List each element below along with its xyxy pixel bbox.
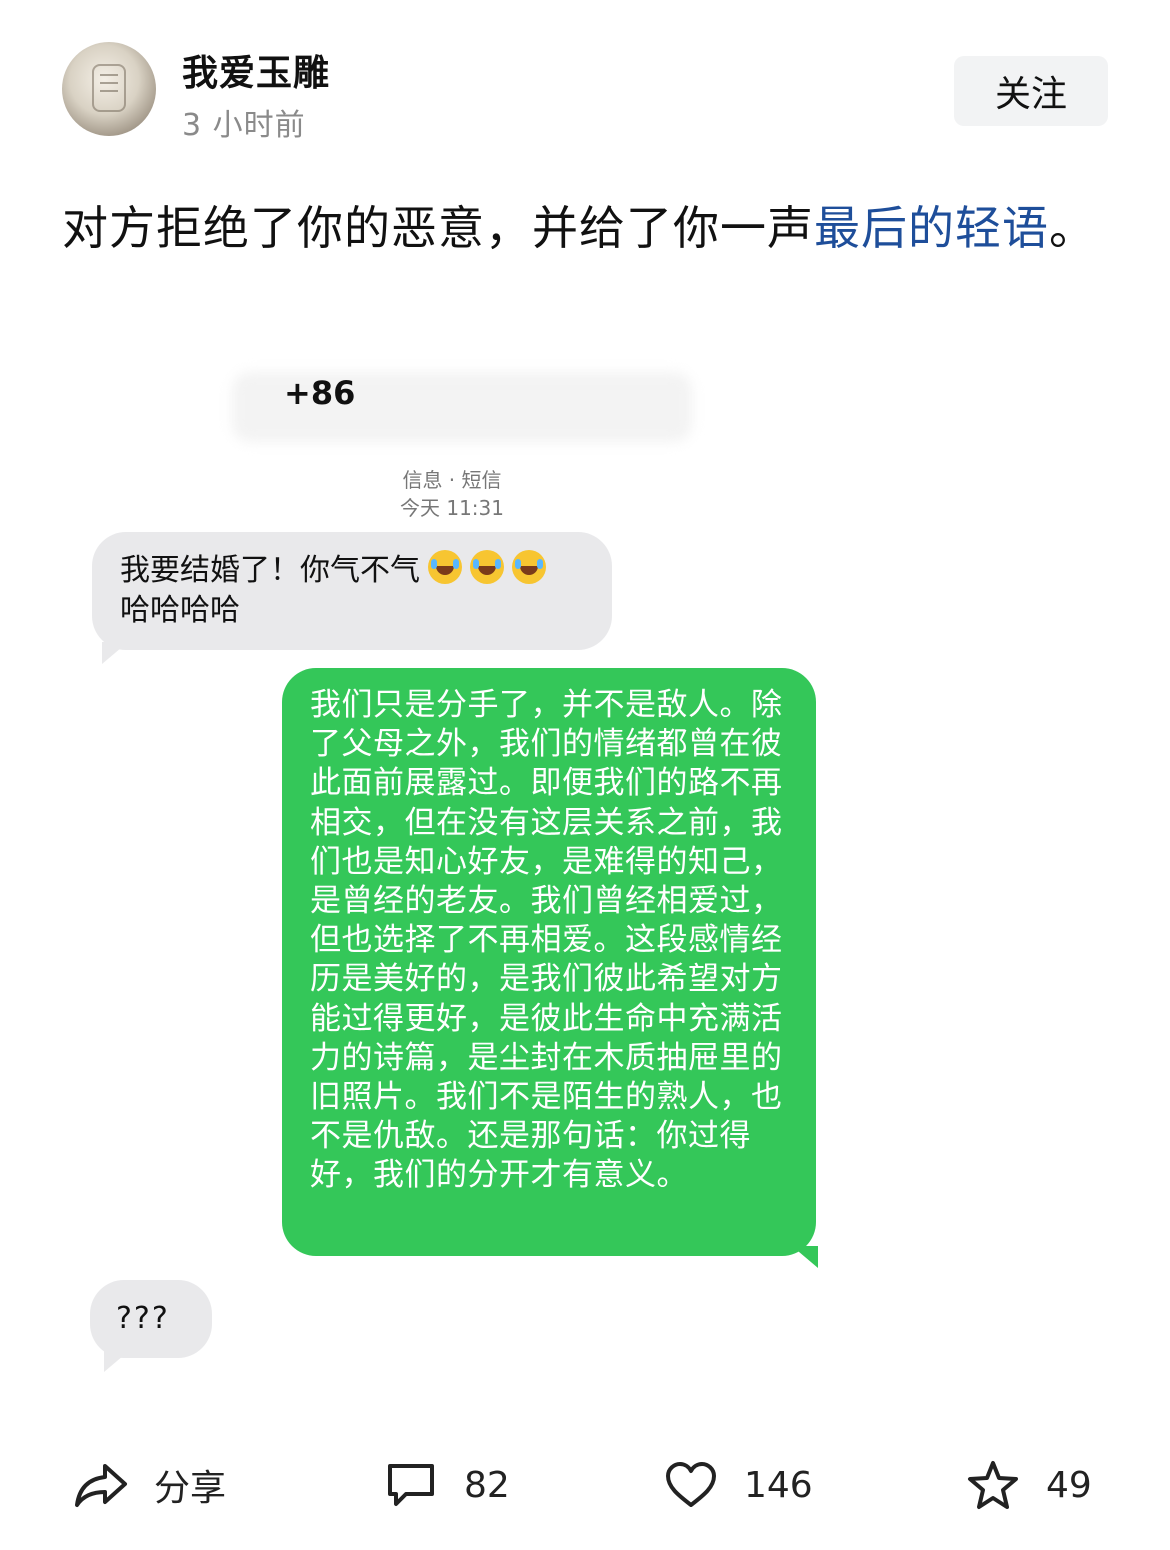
message-text-line2: 哈哈哈哈	[120, 593, 240, 628]
avatar[interactable]	[62, 42, 156, 136]
bubble-tail	[792, 1246, 818, 1268]
bubble-tail	[102, 642, 128, 664]
post-time: 3 小时前	[182, 108, 306, 143]
chat-screenshot[interactable]: +86 信息 · 短信 今天 11:31 我要结婚了！你气不气 哈哈哈哈 我们只…	[62, 360, 832, 1410]
share-label: 分享	[154, 1468, 227, 1509]
message-service-label: 信息 · 短信	[402, 468, 502, 492]
action-bar: 分享 82 146 49	[0, 1440, 1170, 1530]
contact-phone-prefix: +86	[284, 374, 356, 412]
avatar-carving	[92, 64, 126, 112]
incoming-message-bubble: 我要结婚了！你气不气 哈哈哈哈	[92, 532, 612, 650]
post-text-end: 。	[1049, 201, 1096, 255]
comment-icon	[388, 1464, 434, 1506]
follow-button[interactable]: 关注	[954, 56, 1108, 126]
laughing-emoji-icon	[428, 550, 462, 584]
post-body: 对方拒绝了你的恶意，并给了你一声最后的轻语。	[62, 186, 1122, 270]
like-icon	[666, 1462, 716, 1507]
avatar-carving-lines	[100, 74, 118, 76]
author-name[interactable]: 我爱玉雕	[182, 44, 330, 96]
comment-button[interactable]: 82	[384, 1460, 510, 1510]
incoming-message-bubble: ???	[90, 1280, 212, 1358]
share-icon	[75, 1464, 127, 1507]
message-timestamp: 今天 11:31	[400, 496, 504, 520]
topic-link[interactable]: 最后的轻语	[814, 201, 1049, 255]
laughing-emoji-icon	[470, 550, 504, 584]
share-button[interactable]: 分享	[74, 1460, 226, 1510]
outgoing-message-bubble: 我们只是分手了，并不是敌人。除了父母之外，我们的情绪都曾在彼此面前展露过。即便我…	[282, 668, 816, 1256]
favorite-count: 49	[1046, 1464, 1092, 1506]
comment-count: 82	[464, 1464, 510, 1506]
bubble-tail	[104, 1350, 130, 1372]
message-text: 我要结婚了！你气不气	[120, 553, 420, 588]
favorite-button[interactable]: 49	[966, 1460, 1092, 1510]
laughing-emoji-icon	[512, 550, 546, 584]
like-button[interactable]: 146	[664, 1460, 813, 1510]
like-count: 146	[744, 1464, 813, 1506]
favorite-icon	[968, 1461, 1018, 1509]
post-text: 对方拒绝了你的恶意，并给了你一声	[62, 201, 814, 255]
